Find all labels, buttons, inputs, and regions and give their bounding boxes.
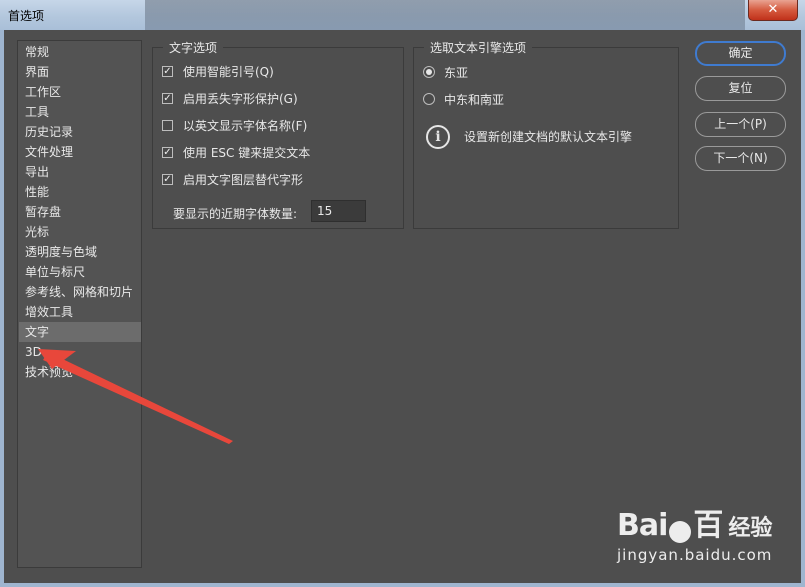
watermark-url: jingyan.baidu.com: [617, 546, 773, 564]
watermark-brand: 经验: [728, 516, 773, 541]
arrow-shaft: [43, 352, 233, 444]
annotation-arrow: [38, 349, 233, 444]
paw-icon: [669, 520, 692, 543]
watermark-logo-end: 百: [693, 508, 723, 543]
watermark-logo-text: Bai: [617, 508, 668, 543]
baidu-jingyan-watermark: Bai 百经验 jingyan.baidu.com: [617, 500, 772, 564]
